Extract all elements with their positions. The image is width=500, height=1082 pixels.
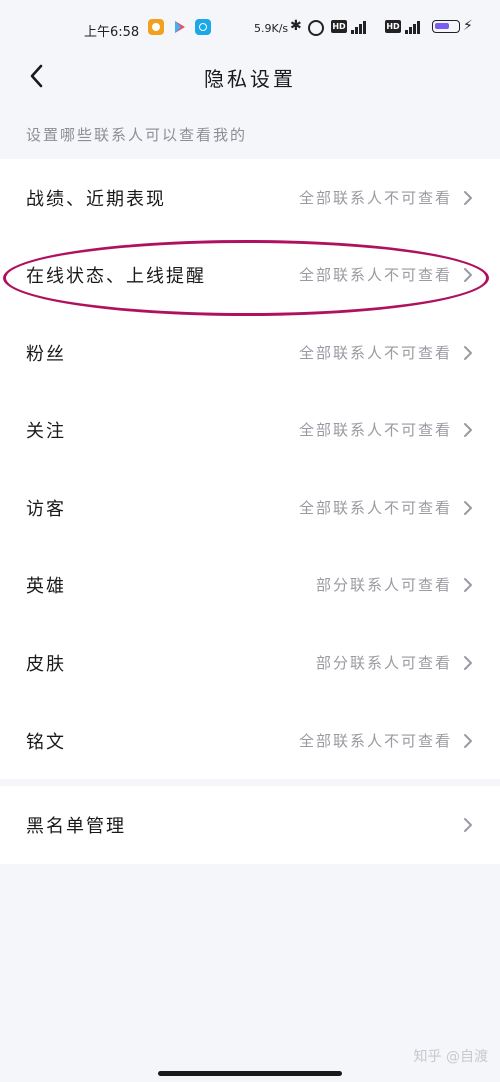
chevron-right-icon <box>464 656 472 670</box>
chevron-right-icon <box>464 423 472 437</box>
privacy-row-heroes[interactable]: 英雄 部分联系人可查看 <box>0 546 500 623</box>
network-speed: 5.9K/s <box>254 22 289 35</box>
privacy-row-online-status[interactable]: 在线状态、上线提醒 全部联系人不可查看 <box>0 236 500 313</box>
row-label: 粉丝 <box>26 344 66 365</box>
section-hint: 设置哪些联系人可以查看我的 <box>26 126 248 144</box>
privacy-row-visitors[interactable]: 访客 全部联系人不可查看 <box>0 469 500 546</box>
play-store-icon <box>172 19 188 35</box>
chevron-right-icon <box>464 191 472 205</box>
signal-icon <box>351 20 366 34</box>
watermark: 知乎 @自渡 <box>413 1049 488 1065</box>
row-value: 全部联系人不可查看 <box>298 499 452 517</box>
row-label: 关注 <box>26 421 66 442</box>
browser-icon <box>195 19 211 35</box>
row-value: 全部联系人不可查看 <box>298 732 452 750</box>
privacy-row-fans[interactable]: 粉丝 全部联系人不可查看 <box>0 314 500 391</box>
charging-icon: ⚡ <box>463 18 473 34</box>
chevron-right-icon <box>464 501 472 515</box>
row-label: 战绩、近期表现 <box>26 189 166 210</box>
chevron-right-icon <box>464 818 472 832</box>
privacy-list: 战绩、近期表现 全部联系人不可查看 在线状态、上线提醒 全部联系人不可查看 粉丝… <box>0 159 500 779</box>
status-time: 上午6:58 <box>84 25 140 40</box>
hd-icon: HD <box>331 20 347 33</box>
row-label: 访客 <box>26 499 66 520</box>
navigation-bar: 隐私设置 <box>0 56 500 100</box>
privacy-row-stats[interactable]: 战绩、近期表现 全部联系人不可查看 <box>0 159 500 236</box>
row-value: 部分联系人可查看 <box>315 654 452 672</box>
page-title: 隐私设置 <box>204 67 296 91</box>
row-value: 部分联系人可查看 <box>315 576 452 594</box>
chevron-right-icon <box>464 346 472 360</box>
home-indicator[interactable] <box>158 1071 342 1076</box>
alarm-icon <box>308 20 324 36</box>
row-value: 全部联系人不可查看 <box>298 266 452 284</box>
chevron-right-icon <box>464 268 472 282</box>
row-label: 皮肤 <box>26 654 66 675</box>
chevron-right-icon <box>464 734 472 748</box>
privacy-row-following[interactable]: 关注 全部联系人不可查看 <box>0 391 500 468</box>
row-label: 黑名单管理 <box>26 816 126 837</box>
signal-icon <box>405 20 420 34</box>
privacy-row-inscriptions[interactable]: 铭文 全部联系人不可查看 <box>0 702 500 779</box>
hd-icon: HD <box>385 20 401 33</box>
row-value: 全部联系人不可查看 <box>298 421 452 439</box>
chevron-right-icon <box>464 578 472 592</box>
bluetooth-icon: ✱ <box>290 18 302 34</box>
privacy-row-skins[interactable]: 皮肤 部分联系人可查看 <box>0 624 500 701</box>
app-icon-orange <box>148 19 164 35</box>
status-bar: 上午6:58 5.9K/s ✱ HD HD ⚡ <box>0 0 500 56</box>
row-label: 英雄 <box>26 576 66 597</box>
row-label: 在线状态、上线提醒 <box>26 266 206 287</box>
row-label: 铭文 <box>26 732 66 753</box>
battery-icon <box>432 20 460 33</box>
row-value: 全部联系人不可查看 <box>298 189 452 207</box>
blacklist-management-row[interactable]: 黑名单管理 <box>0 786 500 864</box>
row-value: 全部联系人不可查看 <box>298 344 452 362</box>
